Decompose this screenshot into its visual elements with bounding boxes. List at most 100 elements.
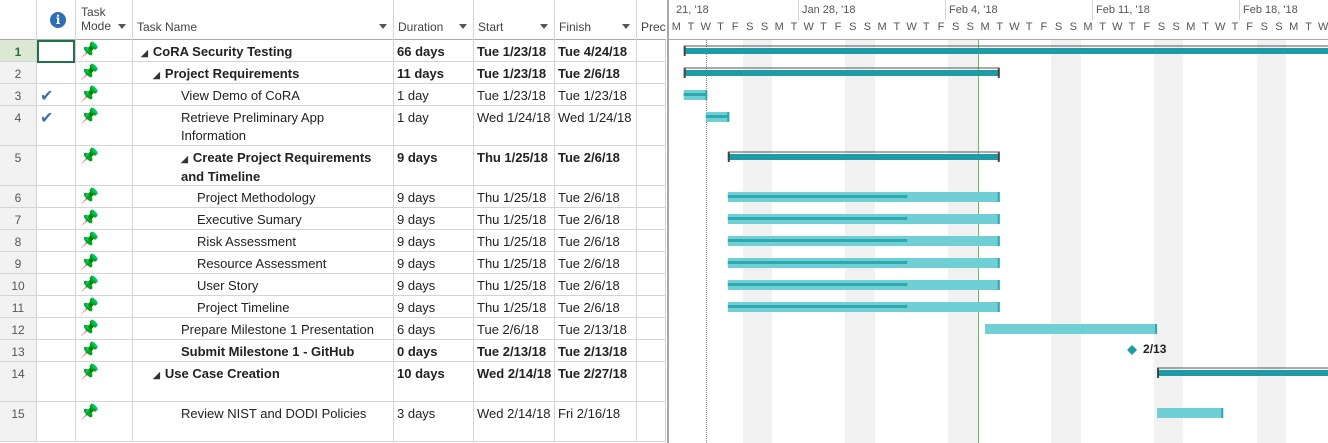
finish-cell[interactable]: Wed 1/24/18 <box>555 106 637 145</box>
duration-cell[interactable]: 11 days <box>394 62 474 83</box>
row-number[interactable]: 6 <box>0 186 37 207</box>
row-number[interactable]: 8 <box>0 230 37 251</box>
task-mode-cell[interactable]: 📌 <box>76 296 133 317</box>
finish-column-header[interactable]: Finish <box>555 0 637 40</box>
task-mode-cell[interactable]: 📌 <box>76 230 133 251</box>
duration-cell[interactable]: 6 days <box>394 318 474 339</box>
task-name-cell[interactable]: Resource Assessment <box>133 252 394 273</box>
predecessors-cell[interactable] <box>637 106 666 145</box>
predecessors-cell[interactable] <box>637 208 666 229</box>
task-name-cell[interactable]: ◢ CoRA Security Testing <box>133 40 394 61</box>
duration-column-header[interactable]: Duration <box>394 0 474 40</box>
select-all-corner[interactable] <box>0 0 37 40</box>
duration-cell[interactable]: 66 days <box>394 40 474 61</box>
start-cell[interactable]: Thu 1/25/18 <box>474 274 555 295</box>
duration-cell[interactable]: 9 days <box>394 208 474 229</box>
table-row[interactable]: 9 📌 Resource Assessment 9 days Thu 1/25/18 Tu… <box>0 252 666 274</box>
task-bar-end[interactable] <box>727 112 730 122</box>
predecessors-cell[interactable] <box>637 318 666 339</box>
collapse-triangle-icon[interactable]: ◢ <box>141 48 148 58</box>
predecessors-cell[interactable] <box>637 146 666 185</box>
summary-bar-cora-security-testing[interactable] <box>683 48 1328 54</box>
task-name-cell[interactable]: Prepare Milestone 1 Presentation <box>133 318 394 339</box>
task-name-cell[interactable]: Project Methodology <box>133 186 394 207</box>
predecessors-cell[interactable] <box>637 402 666 441</box>
task-mode-cell[interactable]: 📌 <box>76 146 133 185</box>
task-name-cell[interactable]: View Demo of CoRA <box>133 84 394 105</box>
task-bar-end[interactable] <box>997 192 1000 202</box>
start-cell[interactable]: Thu 1/25/18 <box>474 296 555 317</box>
task-mode-cell[interactable]: 📌 <box>76 208 133 229</box>
task-progress[interactable] <box>727 239 908 242</box>
duration-cell[interactable]: 1 day <box>394 106 474 145</box>
indicator-cell[interactable] <box>37 252 76 273</box>
predecessors-cell[interactable] <box>637 252 666 273</box>
table-row[interactable]: 3 ✔ 📌 View Demo of CoRA 1 day Tue 1/23/18 Tue … <box>0 84 666 106</box>
collapse-triangle-icon[interactable]: ◢ <box>153 370 160 380</box>
finish-cell[interactable]: Tue 2/13/18 <box>555 340 637 361</box>
duration-cell[interactable]: 0 days <box>394 340 474 361</box>
start-cell[interactable]: Tue 2/13/18 <box>474 340 555 361</box>
summary-bar-cap[interactable] <box>997 68 1000 78</box>
row-number[interactable]: 15 <box>0 402 37 441</box>
start-cell[interactable]: Thu 1/25/18 <box>474 208 555 229</box>
collapse-triangle-icon[interactable]: ◢ <box>153 70 160 80</box>
task-mode-cell[interactable]: 📌 <box>76 84 133 105</box>
task-mode-cell[interactable]: 📌 <box>76 340 133 361</box>
task-progress[interactable] <box>727 283 908 286</box>
row-number[interactable]: 7 <box>0 208 37 229</box>
predecessors-cell[interactable] <box>637 230 666 251</box>
indicator-cell[interactable] <box>37 402 76 441</box>
task-bar-review-nist[interactable] <box>1157 408 1224 418</box>
task-name-cell[interactable]: Executive Sumary <box>133 208 394 229</box>
indicator-cell[interactable] <box>37 208 76 229</box>
table-row[interactable]: 4 ✔ 📌 Retrieve Preliminary App Information 1… <box>0 106 666 146</box>
finish-cell[interactable]: Tue 2/6/18 <box>555 230 637 251</box>
table-row[interactable]: 1 📌 ◢ CoRA Security Testing 66 days Tue 1/23/… <box>0 40 666 62</box>
row-number[interactable]: 10 <box>0 274 37 295</box>
finish-cell[interactable]: Tue 2/6/18 <box>555 186 637 207</box>
summary-bar-project-requirements[interactable] <box>683 70 1000 76</box>
task-mode-cell[interactable]: 📌 <box>76 62 133 83</box>
task-name-column-header[interactable]: Task Name <box>133 0 394 40</box>
task-name-cell[interactable]: Retrieve Preliminary App Information <box>133 106 394 145</box>
chevron-down-icon[interactable] <box>379 24 387 29</box>
gantt-chart[interactable]: 21, '18 Jan 28, '18 Feb 4, '18 Feb 11, '18 F… <box>667 0 1328 443</box>
table-row[interactable]: 5 📌 ◢ Create Project Requirements and Timel… <box>0 146 666 186</box>
indicator-cell[interactable] <box>37 62 76 83</box>
finish-cell[interactable]: Tue 2/13/18 <box>555 318 637 339</box>
duration-cell[interactable]: 9 days <box>394 296 474 317</box>
duration-cell[interactable]: 9 days <box>394 230 474 251</box>
task-progress[interactable] <box>727 195 908 198</box>
summary-bar-cap[interactable] <box>727 152 730 162</box>
table-row[interactable]: 14 📌 ◢ Use Case Creation 10 days Wed 2/14/18 T… <box>0 362 666 402</box>
task-bar-end[interactable] <box>997 258 1000 268</box>
task-mode-cell[interactable]: 📌 <box>76 252 133 273</box>
task-progress[interactable] <box>683 93 708 96</box>
indicator-cell[interactable] <box>37 186 76 207</box>
finish-cell[interactable]: Tue 4/24/18 <box>555 40 637 61</box>
task-bar-end[interactable] <box>997 280 1000 290</box>
chevron-down-icon[interactable] <box>118 24 126 29</box>
task-name-cell[interactable]: ◢ Project Requirements <box>133 62 394 83</box>
start-cell[interactable]: Wed 2/14/18 <box>474 402 555 441</box>
task-progress[interactable] <box>727 217 908 220</box>
table-row[interactable]: 15 📌 Review NIST and DODI Policies 3 days We… <box>0 402 666 442</box>
table-row[interactable]: 8 📌 Risk Assessment 9 days Thu 1/25/18 Tue 2/… <box>0 230 666 252</box>
finish-cell[interactable]: Fri 2/16/18 <box>555 402 637 441</box>
row-number[interactable]: 4 <box>0 106 37 145</box>
duration-cell[interactable]: 10 days <box>394 362 474 401</box>
task-mode-cell[interactable]: 📌 <box>76 362 133 401</box>
start-cell[interactable]: Tue 1/23/18 <box>474 62 555 83</box>
chevron-down-icon[interactable] <box>459 24 467 29</box>
task-mode-cell[interactable]: 📌 <box>76 402 133 441</box>
task-bar-end[interactable] <box>1155 324 1158 334</box>
collapse-triangle-icon[interactable]: ◢ <box>181 154 188 164</box>
milestone-diamond[interactable] <box>1127 345 1138 355</box>
predecessors-cell[interactable] <box>637 340 666 361</box>
row-number[interactable]: 12 <box>0 318 37 339</box>
task-bar-end[interactable] <box>1221 408 1224 418</box>
table-row[interactable]: 7 📌 Executive Sumary 9 days Thu 1/25/18 Tue 2… <box>0 208 666 230</box>
table-row[interactable]: 12 📌 Prepare Milestone 1 Presentation 6 day… <box>0 318 666 340</box>
task-name-cell[interactable]: Submit Milestone 1 - GitHub <box>133 340 394 361</box>
